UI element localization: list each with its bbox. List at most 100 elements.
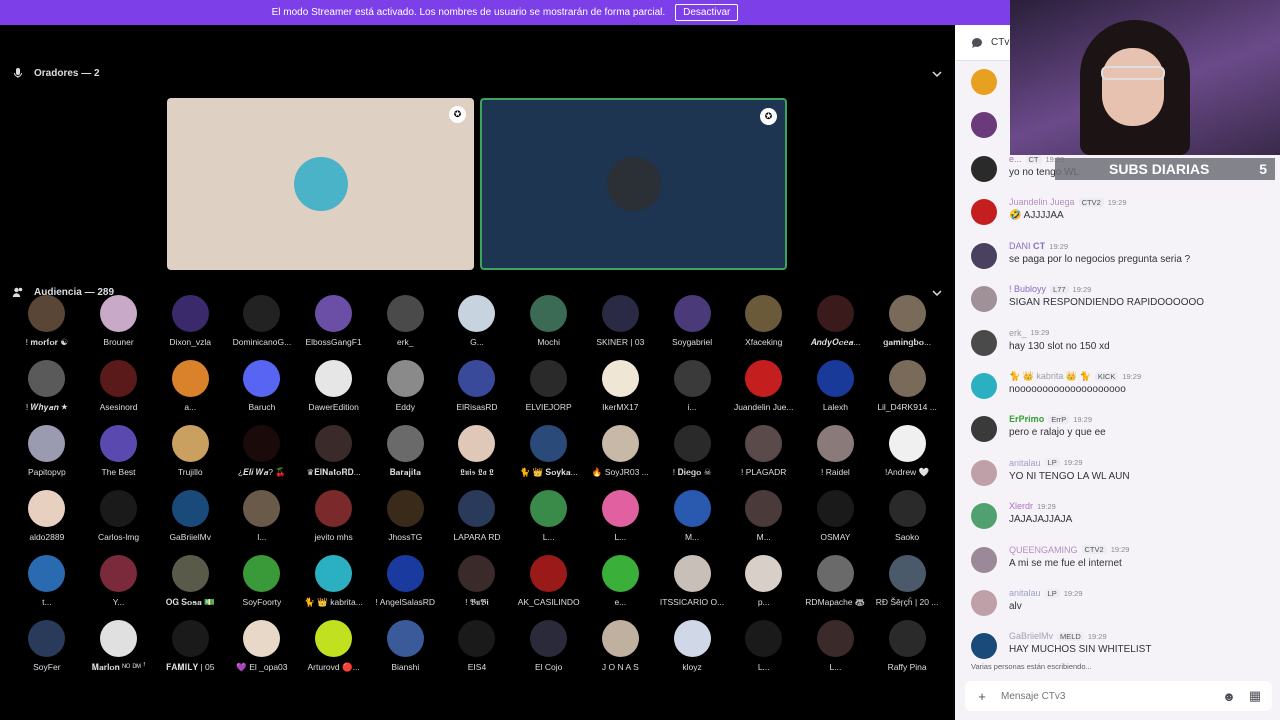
audience-member[interactable]: IkerMX17 — [585, 360, 657, 419]
audience-member[interactable]: SoyFer — [11, 620, 83, 679]
audience-member[interactable]: Carlos-lmg — [83, 490, 155, 549]
audience-member[interactable]: JhossTG — [369, 490, 441, 549]
emoji-icon[interactable]: ☻ — [1222, 689, 1236, 704]
audience-member[interactable]: EIS4 — [441, 620, 513, 679]
deactivate-button[interactable]: Desactivar — [675, 4, 739, 21]
audience-member[interactable]: DominicanoG... — [226, 295, 298, 354]
audience-member[interactable]: L... — [513, 490, 585, 549]
message-input[interactable] — [1001, 690, 1210, 702]
user-avatar[interactable] — [971, 199, 997, 226]
username[interactable]: GaBriielMv — [1009, 631, 1053, 641]
audience-member[interactable]: 𝕷𝖚𝖎𝖘 𝕷𝖆 𝕷 — [441, 425, 513, 484]
audience-member[interactable]: Lil_D4RK914 ... — [871, 360, 943, 419]
username[interactable]: Xlerdr — [1009, 501, 1033, 511]
audience-member[interactable]: ! 𝑾𝒉𝒚𝒂𝒏 ★ — [11, 360, 83, 419]
user-avatar[interactable] — [971, 459, 997, 486]
audience-member[interactable]: !Andrew 🤍 — [871, 425, 943, 484]
audience-member[interactable]: Soygabriel — [656, 295, 728, 354]
audience-member[interactable]: L... — [728, 620, 800, 679]
audience-member[interactable]: 𝐁𝐚𝐫𝐚𝐣𝐢𝐭𝐚 — [369, 425, 441, 484]
audience-member[interactable]: i... — [656, 360, 728, 419]
audience-member[interactable]: 💜 El _opa03 — [226, 620, 298, 679]
speakers-header[interactable]: Oradores — 2 — [12, 67, 100, 79]
audience-member[interactable]: OSMAY — [800, 490, 872, 549]
audience-member[interactable]: El Cojo — [513, 620, 585, 679]
audience-member[interactable]: 🔥 SoyJR03 ... — [585, 425, 657, 484]
username[interactable]: 𝐄𝐫𝐏𝐫𝐢𝐦𝐨 — [1009, 414, 1044, 425]
audience-member[interactable]: l... — [226, 490, 298, 549]
audience-member[interactable]: Raffy Pina — [871, 620, 943, 679]
audience-member[interactable]: t... — [11, 555, 83, 614]
audience-member[interactable]: Lalexh — [800, 360, 872, 419]
audience-member[interactable]: Brouner — [83, 295, 155, 354]
audience-member[interactable]: Papitopvp — [11, 425, 83, 484]
user-avatar[interactable] — [971, 242, 997, 269]
audience-member[interactable]: SoyFoorty — [226, 555, 298, 614]
audience-member[interactable]: 𝐅𝐀𝐌𝐈𝐋𝐘 | 05 — [154, 620, 226, 679]
audience-member[interactable]: kloyz — [656, 620, 728, 679]
audience-member[interactable]: 𝑨𝒏𝒅𝒚𝑶𝒄𝒆𝒂... — [800, 295, 872, 354]
audience-member[interactable]: 𝐠𝐚𝐦𝐢𝐧𝐠𝐛𝐨... — [871, 295, 943, 354]
audience-member[interactable]: RDMapache 🦝 — [800, 555, 872, 614]
username[interactable]: 🐈 👑 kabrita 👑 🐈 — [1009, 371, 1091, 382]
audience-member[interactable]: ! 𝕭𝖚𝕭𝖎 — [441, 555, 513, 614]
message-composer[interactable]: + ☻ ▦ — [965, 681, 1272, 711]
audience-member[interactable]: Saoko — [871, 490, 943, 549]
speaker-tile[interactable]: ✪ — [480, 98, 787, 270]
audience-member[interactable]: ElRisasRD — [441, 360, 513, 419]
username[interactable]: anitalau — [1009, 588, 1041, 598]
audience-member[interactable]: DawerEdition — [298, 360, 370, 419]
audience-member[interactable]: LAPARA RD — [441, 490, 513, 549]
user-avatar[interactable] — [971, 329, 997, 356]
audience-member[interactable]: Trujillo — [154, 425, 226, 484]
audience-member[interactable]: e... — [585, 555, 657, 614]
username[interactable]: Juandelin Juega — [1009, 197, 1075, 207]
audience-member[interactable]: AK_CASILINDO — [513, 555, 585, 614]
username[interactable]: ! Bubloyy — [1009, 284, 1046, 294]
audience-member[interactable]: ¿𝑬𝒍𝒊 𝑾𝒂? 🍒 — [226, 425, 298, 484]
audience-member[interactable]: erk_ — [369, 295, 441, 354]
audience-member[interactable]: Eddy — [369, 360, 441, 419]
add-attachment-icon[interactable]: + — [975, 689, 989, 704]
audience-member[interactable]: Xfaceking — [728, 295, 800, 354]
audience-member[interactable]: 🐈 👑 kabrita... — [298, 555, 370, 614]
audience-member[interactable]: The Best — [83, 425, 155, 484]
user-avatar[interactable] — [971, 286, 997, 313]
audience-member[interactable]: ElbossGangF1 — [298, 295, 370, 354]
audience-member[interactable]: jevito mhs — [298, 490, 370, 549]
audience-member[interactable]: ! AngelSalasRD — [369, 555, 441, 614]
audience-member[interactable]: Mochi — [513, 295, 585, 354]
audience-member[interactable]: Baruch — [226, 360, 298, 419]
audience-member[interactable]: Juandelin Jue... — [728, 360, 800, 419]
user-avatar[interactable] — [971, 546, 997, 573]
audience-member[interactable]: ITSSICARIO O... — [656, 555, 728, 614]
username[interactable]: DANI 𝐂𝐓 — [1009, 241, 1045, 252]
audience-member[interactable]: M... — [728, 490, 800, 549]
audience-member[interactable]: Asesinord — [83, 360, 155, 419]
audience-member[interactable]: J O N A S — [585, 620, 657, 679]
audience-member[interactable]: Dixon_vzla — [154, 295, 226, 354]
user-avatar[interactable] — [971, 416, 997, 443]
audience-member[interactable]: a... — [154, 360, 226, 419]
audience-member[interactable]: Bianshi — [369, 620, 441, 679]
user-avatar[interactable] — [971, 633, 997, 660]
audience-member[interactable]: aldo2889 — [11, 490, 83, 549]
user-avatar[interactable] — [971, 156, 997, 182]
audience-member[interactable]: L... — [585, 490, 657, 549]
chevron-down-icon[interactable] — [931, 68, 943, 80]
username[interactable]: QUEENGAMING — [1009, 545, 1078, 555]
user-avatar[interactable] — [971, 503, 997, 530]
audience-member[interactable]: SKINER | 03 — [585, 295, 657, 354]
speaker-tile[interactable]: ✪ — [167, 98, 474, 270]
username[interactable]: erk_ — [1009, 328, 1027, 338]
audience-member[interactable]: ♛𝐄𝐥𝐍𝐚𝐭𝐨𝐑𝐃... — [298, 425, 370, 484]
username[interactable]: anitalau — [1009, 458, 1041, 468]
audience-member[interactable]: ! 𝐦𝐨𝐫𝐟𝐨𝐫 ☯ — [11, 295, 83, 354]
audience-member[interactable]: M... — [656, 490, 728, 549]
audience-member[interactable]: RĐ Šěŗçĥ | 20 ... — [871, 555, 943, 614]
user-avatar[interactable] — [971, 373, 997, 399]
audience-member[interactable]: p... — [728, 555, 800, 614]
audience-member[interactable]: ELVIEJORP — [513, 360, 585, 419]
audience-member[interactable]: ! Raidel — [800, 425, 872, 484]
audience-member[interactable]: ! PLAGADR — [728, 425, 800, 484]
